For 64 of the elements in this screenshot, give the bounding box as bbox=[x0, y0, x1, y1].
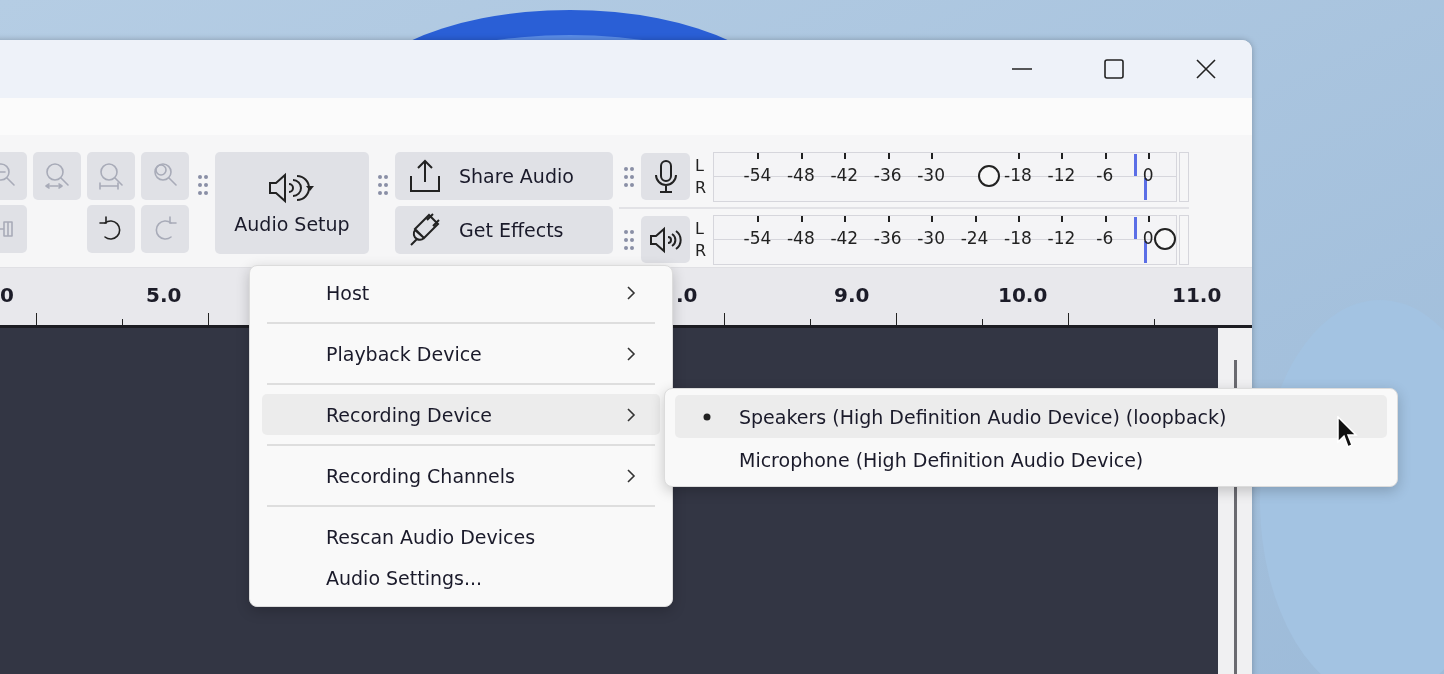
share-audio-button[interactable]: Share Audio bbox=[395, 152, 613, 200]
channel-label: R bbox=[695, 176, 708, 199]
scale-label: -12 bbox=[1047, 227, 1076, 248]
menu-item[interactable]: Host bbox=[262, 272, 660, 313]
scale-label: -6 bbox=[1096, 227, 1114, 248]
scale-label: -36 bbox=[873, 227, 902, 248]
ruler-label: 10.0 bbox=[998, 283, 1048, 307]
grip-icon[interactable] bbox=[623, 165, 635, 188]
slider-thumb[interactable] bbox=[1154, 227, 1176, 250]
ruler-label: 0 bbox=[0, 283, 14, 307]
menu-item[interactable]: Audio Settings... bbox=[262, 557, 660, 598]
zoom-toggle-button[interactable] bbox=[141, 152, 189, 200]
scale-label: -42 bbox=[830, 227, 859, 248]
channel-label: L bbox=[695, 154, 705, 177]
microphone-button[interactable] bbox=[641, 153, 690, 200]
ruler-label: .0 bbox=[676, 283, 698, 307]
ruler-label: 9.0 bbox=[834, 283, 870, 307]
zoom-fit-selection-button[interactable] bbox=[33, 152, 81, 200]
mouse-cursor-icon bbox=[1337, 416, 1359, 450]
scale-label: -48 bbox=[786, 164, 815, 185]
grip-icon[interactable] bbox=[377, 174, 389, 196]
ruler-label: 5.0 bbox=[146, 283, 182, 307]
close-icon bbox=[1195, 58, 1217, 80]
menu-item[interactable]: Microphone (High Definition Audio Device) bbox=[675, 438, 1387, 481]
recording-meter[interactable]: -54 -48 -42 -36 -30 -18 -12 -6 0 bbox=[713, 151, 1177, 202]
channel-label: L bbox=[695, 217, 705, 240]
scale-label: -24 bbox=[960, 227, 989, 248]
ruler-label: 11.0 bbox=[1172, 283, 1222, 307]
scale-label: 0 bbox=[1142, 227, 1154, 248]
channel-label: R bbox=[695, 239, 708, 262]
scale-label: -48 bbox=[786, 227, 815, 248]
grip-icon[interactable] bbox=[623, 228, 635, 251]
menu-item[interactable]: Recording Channels bbox=[262, 455, 660, 496]
scale-label: -18 bbox=[1004, 164, 1032, 185]
scale-label: -18 bbox=[1004, 227, 1032, 248]
minimize-icon bbox=[1011, 67, 1033, 71]
speaker-icon bbox=[648, 225, 683, 254]
undo-button[interactable] bbox=[87, 205, 135, 253]
scale-label: -54 bbox=[743, 164, 772, 185]
zoom-fit-button[interactable] bbox=[87, 152, 135, 200]
get-effects-button[interactable]: Get Effects bbox=[395, 206, 613, 254]
scale-label: -30 bbox=[917, 227, 945, 248]
meter-end-box bbox=[1179, 151, 1189, 202]
scale-label: -30 bbox=[917, 164, 945, 185]
menu-item[interactable]: Speakers (High Definition Audio Device) (loopback) bbox=[675, 395, 1387, 438]
scale-label: -6 bbox=[1096, 164, 1114, 185]
scale-label: -12 bbox=[1047, 164, 1076, 185]
menu-item[interactable]: Playback Device bbox=[262, 333, 660, 374]
redo-button[interactable] bbox=[141, 205, 189, 253]
scale-label: 0 bbox=[1142, 164, 1154, 185]
maximize-icon bbox=[1103, 58, 1125, 80]
menu-item[interactable]: Recording Device bbox=[262, 394, 660, 435]
menu-item[interactable]: Rescan Audio Devices bbox=[262, 516, 660, 557]
audio-setup-button[interactable]: Audio Setup bbox=[215, 152, 369, 254]
playback-meter[interactable]: -54 -48 -42 -36 -30 -24 -18 -12 -6 0 bbox=[713, 214, 1177, 265]
microphone-icon bbox=[652, 158, 679, 195]
speaker-dropdown-icon bbox=[267, 171, 317, 205]
scale-label: -54 bbox=[743, 227, 772, 248]
scale-label: -36 bbox=[873, 164, 902, 185]
grip-icon[interactable] bbox=[197, 174, 209, 196]
speaker-button[interactable] bbox=[641, 216, 690, 263]
slider-thumb[interactable] bbox=[978, 164, 1000, 187]
meter-end-box bbox=[1179, 214, 1189, 265]
scale-label: -42 bbox=[830, 164, 859, 185]
